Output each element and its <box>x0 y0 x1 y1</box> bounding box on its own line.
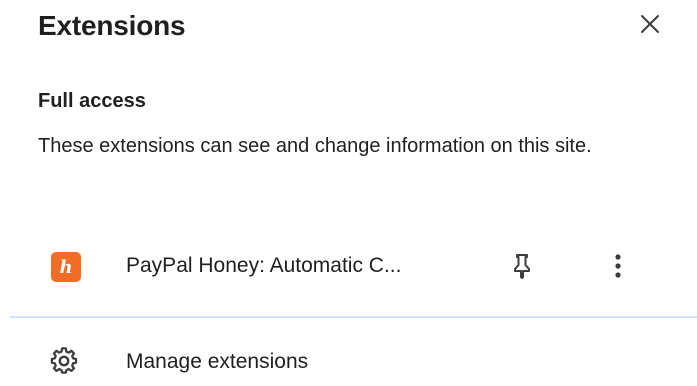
manage-extensions-row[interactable]: Manage extensions <box>0 340 697 386</box>
extension-row-paypal-honey[interactable]: h PayPal Honey: Automatic C... <box>0 240 697 292</box>
extension-name: PayPal Honey: Automatic C... <box>126 254 402 277</box>
full-access-heading: Full access <box>38 90 146 112</box>
pin-icon <box>514 254 530 279</box>
honey-logo-icon: h <box>51 252 81 282</box>
divider <box>10 316 697 318</box>
close-icon <box>641 15 659 33</box>
pin-button[interactable] <box>502 246 542 286</box>
gear-icon <box>49 346 79 376</box>
full-access-description: These extensions can see and change info… <box>38 135 592 157</box>
extension-menu-button[interactable] <box>598 246 638 286</box>
panel-title: Extensions <box>38 10 186 41</box>
honey-logo-letter: h <box>59 256 73 278</box>
close-button[interactable] <box>630 6 670 42</box>
more-vert-icon <box>615 254 621 278</box>
manage-extensions-label: Manage extensions <box>126 350 309 373</box>
extensions-panel: Extensions Full access These extensions … <box>0 0 697 386</box>
